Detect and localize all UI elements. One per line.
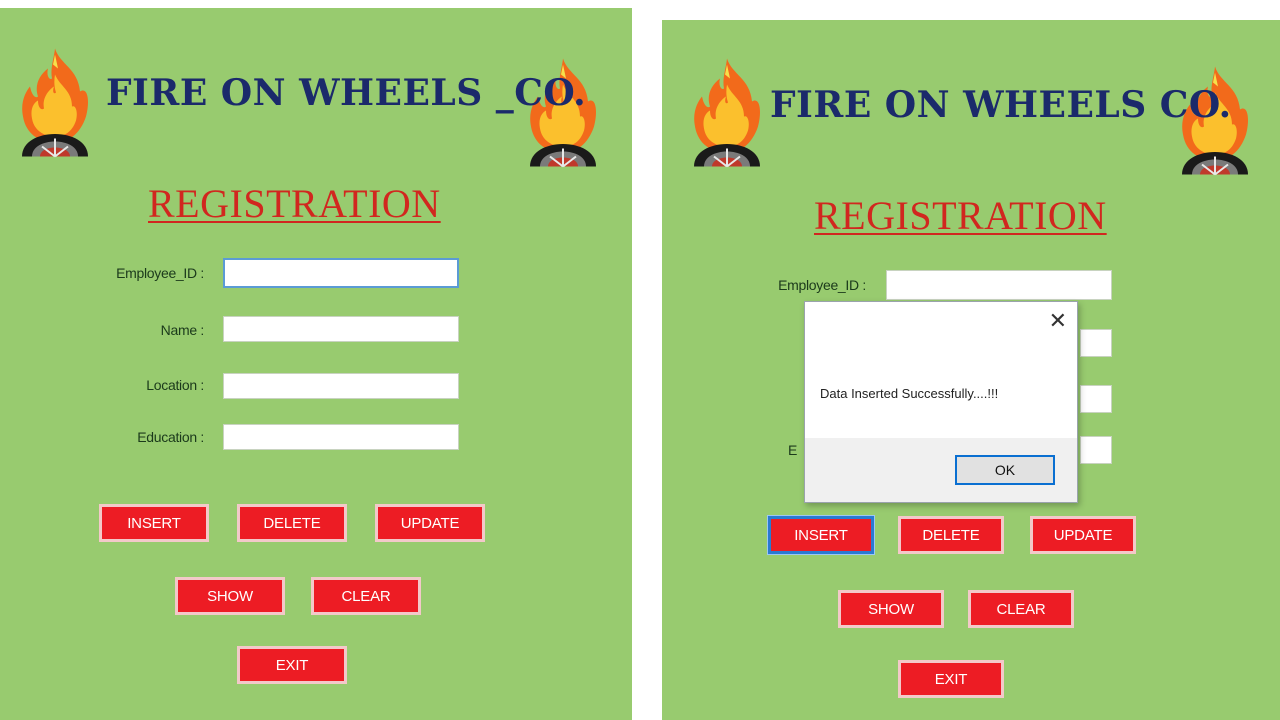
employee-id-input[interactable] (223, 258, 459, 288)
employee-id-label: Employee_ID : (116, 265, 204, 281)
delete-button[interactable]: DELETE (898, 516, 1004, 554)
company-title: FIRE ON WHEELS CO. (770, 84, 1232, 126)
name-input[interactable] (1080, 329, 1112, 357)
insert-button[interactable]: INSERT (99, 504, 209, 542)
employee-id-input[interactable] (886, 270, 1112, 300)
show-button[interactable]: SHOW (175, 577, 285, 615)
flaming-wheel-icon (20, 44, 90, 159)
registration-heading: REGISTRATION (148, 181, 441, 226)
registration-heading: REGISTRATION (814, 193, 1107, 238)
flaming-wheel-icon (692, 54, 762, 169)
left-registration-window: FIRE ON WHEELS _CO. REGISTRATION Employe… (0, 8, 632, 720)
location-label: Location : (146, 377, 204, 393)
insert-button[interactable]: INSERT (767, 515, 875, 555)
education-label: Education : (137, 429, 204, 445)
education-input[interactable] (223, 424, 459, 450)
clear-button[interactable]: CLEAR (311, 577, 421, 615)
education-input[interactable] (1080, 436, 1112, 464)
message-dialog: ✕ Data Inserted Successfully....!!! OK (804, 301, 1078, 503)
employee-id-label: Employee_ID : (778, 277, 866, 293)
delete-button[interactable]: DELETE (237, 504, 347, 542)
dialog-message: Data Inserted Successfully....!!! (820, 386, 999, 401)
name-input[interactable] (223, 316, 459, 342)
location-input[interactable] (1080, 385, 1112, 413)
update-button[interactable]: UPDATE (1030, 516, 1136, 554)
exit-button[interactable]: EXIT (898, 660, 1004, 698)
show-button[interactable]: SHOW (838, 590, 944, 628)
name-label: Name : (160, 322, 205, 338)
education-label-partial: E (788, 442, 798, 458)
update-button[interactable]: UPDATE (375, 504, 485, 542)
dialog-footer: OK (805, 438, 1077, 502)
close-icon[interactable]: ✕ (1049, 310, 1067, 332)
ok-button[interactable]: OK (955, 455, 1055, 485)
clear-button[interactable]: CLEAR (968, 590, 1074, 628)
location-input[interactable] (223, 373, 459, 399)
exit-button[interactable]: EXIT (237, 646, 347, 684)
company-title: FIRE ON WHEELS _CO. (106, 72, 587, 114)
